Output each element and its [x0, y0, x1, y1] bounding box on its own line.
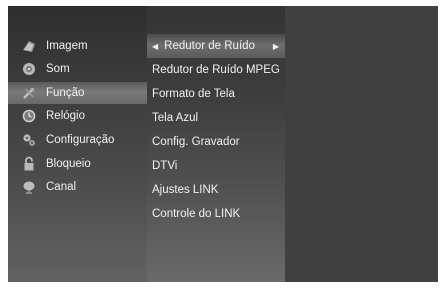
- submenu-item-formato-de-tela[interactable]: Formato de Tela: [147, 82, 285, 106]
- submenu-item-label: Tela Azul: [152, 112, 199, 124]
- submenu-item-config-gravador[interactable]: Config. Gravador: [147, 130, 285, 154]
- submenu-item-label: DTVi: [152, 160, 178, 172]
- menu-item-funcao[interactable]: Função: [8, 82, 147, 104]
- menu-item-label: Configuração: [46, 134, 115, 146]
- submenu-item-label: Redutor de Ruído: [164, 40, 255, 52]
- menu-item-bloqueio[interactable]: Bloqueio: [8, 153, 147, 175]
- menu-item-label: Canal: [46, 181, 77, 193]
- submenu-item-dtvi[interactable]: DTVi: [147, 154, 285, 178]
- menu-item-label: Som: [46, 63, 70, 75]
- submenu-item-redutor-de-ruido[interactable]: ◀ Redutor de Ruído ▶: [147, 34, 285, 58]
- menu-item-label: Função: [46, 87, 85, 99]
- menu-item-canal[interactable]: Canal: [8, 176, 147, 198]
- tv-osd-screen: Imagem Som Função Relógio Configuração B…: [8, 6, 438, 282]
- submenu-item-redutor-de-ruido-mpeg[interactable]: Redutor de Ruído MPEG: [147, 58, 285, 82]
- lock-icon: [21, 156, 37, 172]
- function-icon: [21, 85, 37, 101]
- menu-item-imagem[interactable]: Imagem: [8, 35, 147, 57]
- menu-item-configuracao[interactable]: Configuração: [8, 129, 147, 151]
- arrow-left-icon[interactable]: ◀: [152, 42, 158, 51]
- main-menu: Imagem Som Função Relógio Configuração B…: [8, 6, 147, 282]
- picture-icon: [21, 38, 37, 54]
- menu-item-label: Imagem: [46, 40, 88, 52]
- clock-icon: [21, 108, 37, 124]
- channel-icon: [21, 179, 37, 195]
- detail-panel: [285, 6, 438, 282]
- arrow-right-icon[interactable]: ▶: [273, 42, 279, 51]
- sound-icon: [21, 61, 37, 77]
- menu-item-relogio[interactable]: Relógio: [8, 105, 147, 127]
- submenu-item-label: Formato de Tela: [152, 88, 235, 100]
- menu-item-label: Relógio: [46, 110, 85, 122]
- menu-item-som[interactable]: Som: [8, 58, 147, 80]
- setup-icon: [21, 132, 37, 148]
- submenu-item-controle-do-link[interactable]: Controle do LINK: [147, 202, 285, 226]
- submenu-item-label: Config. Gravador: [152, 136, 240, 148]
- submenu-item-label: Redutor de Ruído MPEG: [152, 64, 280, 76]
- submenu-item-ajustes-link[interactable]: Ajustes LINK: [147, 178, 285, 202]
- menu-item-label: Bloqueio: [46, 158, 91, 170]
- submenu-panel: ◀ Redutor de Ruído ▶ Redutor de Ruído MP…: [147, 6, 285, 282]
- submenu-item-label: Controle do LINK: [152, 208, 241, 220]
- submenu-item-tela-azul[interactable]: Tela Azul: [147, 106, 285, 130]
- submenu-item-label: Ajustes LINK: [152, 184, 219, 196]
